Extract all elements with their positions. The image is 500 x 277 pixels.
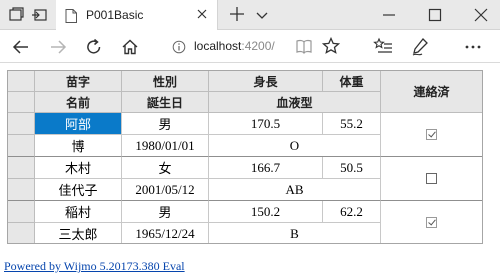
column-header-height[interactable]: 身長: [209, 71, 323, 92]
page-content: 苗字 性別 身長 体重 連絡済 名前 誕生日 血液型 阿部 男 170.5 55…: [0, 64, 500, 277]
url-host: localhost: [194, 39, 242, 53]
favorite-star-icon[interactable]: [321, 36, 341, 55]
close-tab-icon[interactable]: [195, 8, 209, 22]
cell-contacted[interactable]: [381, 113, 482, 157]
cell-contacted[interactable]: [381, 157, 482, 201]
cell-blood-type[interactable]: AB: [209, 179, 381, 201]
cell-blood-type[interactable]: B: [209, 223, 381, 243]
column-header-gender[interactable]: 性別: [122, 71, 209, 92]
cell-last-name[interactable]: 稲村: [35, 201, 122, 223]
address-bar[interactable]: localhost:4200/: [166, 33, 348, 59]
flex-grid[interactable]: 苗字 性別 身長 体重 連絡済 名前 誕生日 血液型 阿部 男 170.5 55…: [7, 70, 483, 244]
cell-weight[interactable]: 50.5: [323, 157, 381, 179]
web-note-pen-icon[interactable]: [410, 37, 430, 57]
tab-preview-chevron-icon[interactable]: [254, 7, 270, 23]
home-icon[interactable]: [120, 37, 140, 57]
row-header[interactable]: [8, 113, 35, 135]
cell-first-name[interactable]: 博: [35, 135, 122, 157]
reading-view-icon[interactable]: [295, 37, 313, 55]
column-header-blood-type[interactable]: 血液型: [209, 92, 381, 113]
cell-birthday[interactable]: 2001/05/12: [122, 179, 209, 201]
cell-gender[interactable]: 男: [122, 113, 209, 135]
cell-birthday[interactable]: 1965/12/24: [122, 223, 209, 243]
column-header-last-name[interactable]: 苗字: [35, 71, 122, 92]
column-header-birthday[interactable]: 誕生日: [122, 92, 209, 113]
close-window-icon[interactable]: [473, 7, 489, 23]
row-header[interactable]: [8, 157, 35, 179]
cell-gender[interactable]: 男: [122, 201, 209, 223]
cell-first-name[interactable]: 三太郎: [35, 223, 122, 243]
row-header[interactable]: [8, 223, 35, 243]
set-tabs-aside-icon[interactable]: [8, 7, 24, 23]
contacted-checkbox[interactable]: [426, 173, 437, 184]
show-tabs-aside-icon[interactable]: [32, 7, 48, 23]
contacted-checkbox[interactable]: [426, 129, 437, 140]
tab-title: P001Basic: [86, 8, 144, 22]
cell-height[interactable]: 170.5: [209, 113, 323, 135]
info-icon[interactable]: [172, 39, 186, 54]
cell-first-name[interactable]: 佳代子: [35, 179, 122, 201]
tab-strip: P001Basic: [0, 0, 500, 30]
wijmo-powered-by-link[interactable]: Powered by Wijmo 5.20173.380 Eval: [4, 259, 185, 274]
cell-weight[interactable]: 55.2: [323, 113, 381, 135]
cell-height[interactable]: 166.7: [209, 157, 323, 179]
column-header-first-name[interactable]: 名前: [35, 92, 122, 113]
cell-blood-type[interactable]: O: [209, 135, 381, 157]
row-header[interactable]: [8, 201, 35, 223]
column-header-weight[interactable]: 体重: [323, 71, 381, 92]
cell-weight[interactable]: 62.2: [323, 201, 381, 223]
top-left-corner-cell: [8, 92, 35, 113]
refresh-icon[interactable]: [84, 37, 104, 57]
maximize-icon[interactable]: [427, 7, 443, 23]
cell-last-name[interactable]: 阿部: [35, 113, 122, 135]
cell-birthday[interactable]: 1980/01/01: [122, 135, 209, 157]
cell-contacted[interactable]: [381, 201, 482, 243]
contacted-checkbox[interactable]: [426, 217, 437, 228]
top-left-corner-cell: [8, 71, 35, 92]
row-header[interactable]: [8, 135, 35, 157]
row-header[interactable]: [8, 179, 35, 201]
cell-gender[interactable]: 女: [122, 157, 209, 179]
url-text: localhost:4200/: [194, 39, 275, 53]
active-tab[interactable]: P001Basic: [56, 0, 218, 30]
url-port: :4200/: [241, 39, 275, 53]
column-header-contacted[interactable]: 連絡済: [381, 71, 482, 113]
minimize-icon[interactable]: [381, 7, 397, 23]
hub-favorites-icon[interactable]: [373, 37, 393, 57]
new-tab-icon[interactable]: [228, 6, 246, 24]
navigation-bar: localhost:4200/: [0, 30, 500, 63]
page-icon: [65, 8, 77, 23]
forward-arrow-icon[interactable]: [48, 37, 68, 57]
back-arrow-icon[interactable]: [11, 37, 31, 57]
cell-height[interactable]: 150.2: [209, 201, 323, 223]
more-options-icon[interactable]: [463, 37, 483, 57]
cell-last-name[interactable]: 木村: [35, 157, 122, 179]
